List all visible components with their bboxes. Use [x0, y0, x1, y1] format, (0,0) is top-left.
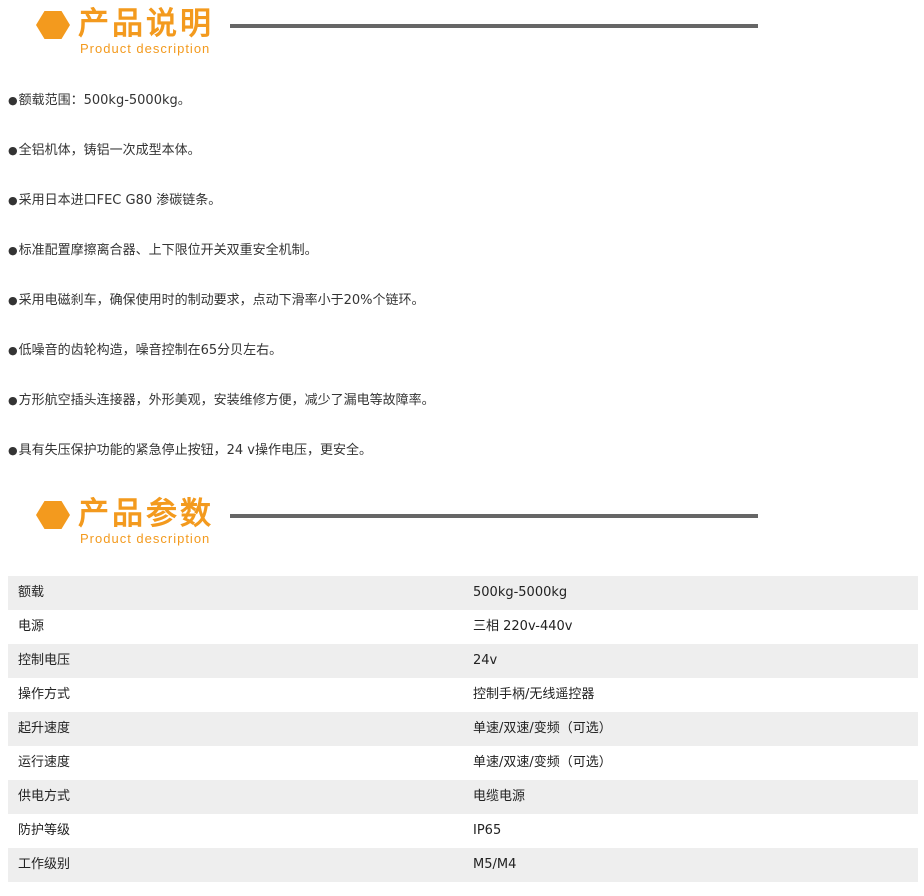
spec-value: IP65 [463, 814, 918, 848]
list-item-text: 具有失压保护功能的紧急停止按钮，24 v操作电压，更安全。 [18, 443, 372, 458]
spec-value: 三相 220v-440v [463, 610, 918, 644]
list-item-text: 全铝机体，铸铝一次成型本体。 [18, 143, 201, 158]
bullet-icon: ● [8, 344, 18, 357]
table-row: 起升速度 单速/双速/变频（可选） [8, 712, 918, 746]
spec-label: 供电方式 [8, 780, 463, 814]
spec-value: M5/M4 [463, 848, 918, 882]
list-item-text: 采用日本进口FEC G80 渗碳链条。 [18, 193, 222, 208]
params-title: 产品参数 [78, 496, 214, 532]
description-title: 产品说明 [78, 6, 214, 42]
bullet-icon: ● [8, 444, 18, 457]
table-row: 控制电压 24v [8, 644, 918, 678]
hexagon-icon [36, 11, 70, 39]
list-item: ●标准配置摩擦离合器、上下限位开关双重安全机制。 [8, 238, 435, 288]
list-item: ●具有失压保护功能的紧急停止按钮，24 v操作电压，更安全。 [8, 438, 435, 488]
spec-label: 工作级别 [8, 848, 463, 882]
list-item-text: 额载范围：500kg-5000kg。 [18, 93, 191, 108]
table-row: 额载 500kg-5000kg [8, 576, 918, 610]
params-section-header: 产品参数 Product description [0, 490, 924, 550]
spec-value: 单速/双速/变频（可选） [463, 746, 918, 780]
list-item: ●方形航空插头连接器，外形美观，安装维修方便，减少了漏电等故障率。 [8, 388, 435, 438]
table-row: 防护等级 IP65 [8, 814, 918, 848]
spec-label: 起升速度 [8, 712, 463, 746]
list-item: ●额载范围：500kg-5000kg。 [8, 88, 435, 138]
spec-label: 控制电压 [8, 644, 463, 678]
spec-label: 电源 [8, 610, 463, 644]
table-row: 供电方式 电缆电源 [8, 780, 918, 814]
spec-table: 额载 500kg-5000kg 电源 三相 220v-440v 控制电压 24v 操作… [8, 576, 918, 882]
bullet-icon: ● [8, 294, 18, 307]
table-row: 电源 三相 220v-440v [8, 610, 918, 644]
list-item-text: 采用电磁刹车，确保使用时的制动要求，点动下滑率小于20%个链环。 [18, 293, 425, 308]
table-row: 操作方式 控制手柄/无线遥控器 [8, 678, 918, 712]
list-item-text: 低噪音的齿轮构造，噪音控制在65分贝左右。 [18, 343, 283, 358]
bullet-icon: ● [8, 144, 18, 157]
bullet-icon: ● [8, 194, 18, 207]
list-item: ●低噪音的齿轮构造，噪音控制在65分贝左右。 [8, 338, 435, 388]
table-row: 工作级别 M5/M4 [8, 848, 918, 882]
list-item: ●全铝机体，铸铝一次成型本体。 [8, 138, 435, 188]
list-item: ●采用电磁刹车，确保使用时的制动要求，点动下滑率小于20%个链环。 [8, 288, 435, 338]
description-section-header: 产品说明 Product description [0, 0, 924, 60]
spec-value: 电缆电源 [463, 780, 918, 814]
table-row: 运行速度 单速/双速/变频（可选） [8, 746, 918, 780]
bullet-icon: ● [8, 94, 18, 107]
spec-label: 操作方式 [8, 678, 463, 712]
bullet-icon: ● [8, 244, 18, 257]
spec-label: 额载 [8, 576, 463, 610]
header-divider [230, 24, 758, 28]
spec-value: 24v [463, 644, 918, 678]
description-list: ●额载范围：500kg-5000kg。 ●全铝机体，铸铝一次成型本体。 ●采用日… [8, 88, 435, 488]
params-subtitle: Product description [80, 531, 211, 546]
spec-label: 运行速度 [8, 746, 463, 780]
bullet-icon: ● [8, 394, 18, 407]
list-item-text: 标准配置摩擦离合器、上下限位开关双重安全机制。 [18, 243, 318, 258]
spec-value: 500kg-5000kg [463, 576, 918, 610]
list-item: ●采用日本进口FEC G80 渗碳链条。 [8, 188, 435, 238]
list-item-text: 方形航空插头连接器，外形美观，安装维修方便，减少了漏电等故障率。 [18, 393, 435, 408]
spec-value: 单速/双速/变频（可选） [463, 712, 918, 746]
spec-value: 控制手柄/无线遥控器 [463, 678, 918, 712]
description-subtitle: Product description [80, 41, 211, 56]
header-divider [230, 514, 758, 518]
spec-label: 防护等级 [8, 814, 463, 848]
hexagon-icon [36, 501, 70, 529]
